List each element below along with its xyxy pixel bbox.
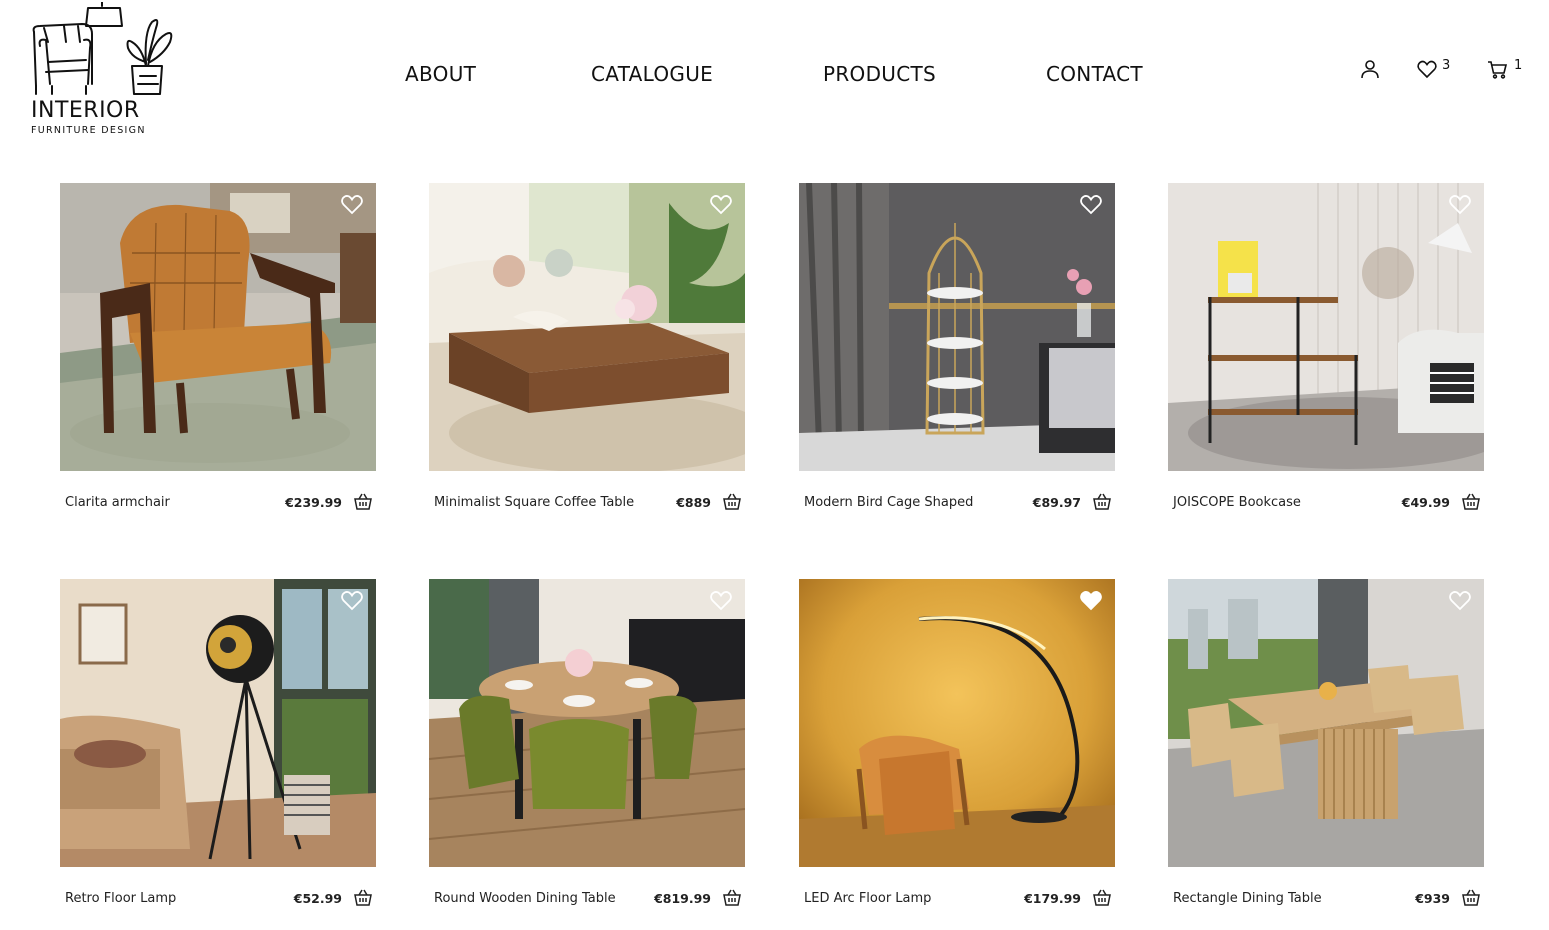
product-info: Rectangle Dining Table €939 [1168, 889, 1484, 913]
product-info: JOISCOPE Bookcase €49.99 [1168, 493, 1484, 517]
product-price: €52.99 [293, 891, 342, 906]
product-image[interactable] [799, 183, 1115, 471]
product-name[interactable]: Round Wooden Dining Table [434, 891, 616, 906]
product-card[interactable]: Minimalist Square Coffee Table €889 [429, 183, 745, 517]
product-image[interactable] [799, 579, 1115, 867]
product-price: €89.97 [1032, 495, 1081, 510]
logo-illustration [32, 2, 173, 95]
add-to-cart-basket-icon[interactable] [723, 889, 741, 907]
product-card[interactable]: Round Wooden Dining Table €819.99 [429, 579, 745, 913]
product-price: €889 [676, 495, 711, 510]
product-image[interactable] [1168, 183, 1484, 471]
favorite-heart-icon[interactable] [1448, 589, 1472, 611]
favorite-heart-icon[interactable] [340, 193, 364, 215]
product-name[interactable]: Retro Floor Lamp [65, 891, 176, 906]
add-to-cart-basket-icon[interactable] [1462, 889, 1480, 907]
product-image[interactable] [429, 579, 745, 867]
product-card[interactable]: Retro Floor Lamp €52.99 [60, 579, 376, 913]
product-price: €49.99 [1401, 495, 1450, 510]
add-to-cart-basket-icon[interactable] [1093, 493, 1111, 511]
product-card[interactable]: Clarita armchair €239.99 [60, 183, 376, 517]
product-card[interactable]: Rectangle Dining Table €939 [1168, 579, 1484, 913]
product-info: Modern Bird Cage Shaped €89.97 [799, 493, 1115, 517]
product-image[interactable] [1168, 579, 1484, 867]
add-to-cart-basket-icon[interactable] [1462, 493, 1480, 511]
product-name[interactable]: Modern Bird Cage Shaped [804, 495, 973, 510]
product-name[interactable]: JOISCOPE Bookcase [1173, 495, 1301, 510]
cart-icon[interactable] [1487, 58, 1509, 80]
product-card[interactable]: Modern Bird Cage Shaped €89.97 [799, 183, 1115, 517]
add-to-cart-basket-icon[interactable] [723, 493, 741, 511]
product-info: LED Arc Floor Lamp €179.99 [799, 889, 1115, 913]
product-info: Minimalist Square Coffee Table €889 [429, 493, 745, 517]
favorite-heart-icon[interactable] [1079, 193, 1103, 215]
user-icon[interactable] [1359, 58, 1381, 80]
product-price: €239.99 [285, 495, 342, 510]
favorite-heart-icon[interactable] [709, 193, 733, 215]
product-card[interactable]: JOISCOPE Bookcase €49.99 [1168, 183, 1484, 517]
favorite-heart-icon[interactable] [340, 589, 364, 611]
product-price: €179.99 [1024, 891, 1081, 906]
product-info: Round Wooden Dining Table €819.99 [429, 889, 745, 913]
add-to-cart-basket-icon[interactable] [1093, 889, 1111, 907]
product-name[interactable]: Minimalist Square Coffee Table [434, 495, 634, 510]
product-info: Clarita armchair €239.99 [60, 493, 376, 517]
wishlist-count: 3 [1442, 58, 1451, 73]
favorite-heart-icon[interactable] [1079, 589, 1103, 611]
product-image[interactable] [429, 183, 745, 471]
product-name[interactable]: Clarita armchair [65, 495, 170, 510]
nav-item-products[interactable]: PRODUCTS [823, 62, 936, 86]
cart-count: 1 [1514, 58, 1523, 73]
brand-title: INTERIOR [31, 98, 140, 123]
product-info: Retro Floor Lamp €52.99 [60, 889, 376, 913]
page: INTERIOR FURNITURE DESIGN ABOUT CATALOGU… [0, 0, 1549, 930]
product-price: €939 [1415, 891, 1450, 906]
nav-item-contact[interactable]: CONTACT [1046, 62, 1143, 86]
product-name[interactable]: LED Arc Floor Lamp [804, 891, 931, 906]
product-name[interactable]: Rectangle Dining Table [1173, 891, 1322, 906]
product-card[interactable]: LED Arc Floor Lamp €179.99 [799, 579, 1115, 913]
add-to-cart-basket-icon[interactable] [354, 493, 372, 511]
brand-subtitle: FURNITURE DESIGN [31, 125, 146, 136]
favorite-heart-icon[interactable] [709, 589, 733, 611]
product-image[interactable] [60, 579, 376, 867]
add-to-cart-basket-icon[interactable] [354, 889, 372, 907]
logo[interactable]: INTERIOR FURNITURE DESIGN [28, 2, 178, 138]
nav-item-about[interactable]: ABOUT [405, 62, 476, 86]
wishlist-heart-icon[interactable] [1416, 58, 1438, 80]
favorite-heart-icon[interactable] [1448, 193, 1472, 215]
product-image[interactable] [60, 183, 376, 471]
nav-item-catalogue[interactable]: CATALOGUE [591, 62, 713, 86]
product-price: €819.99 [654, 891, 711, 906]
